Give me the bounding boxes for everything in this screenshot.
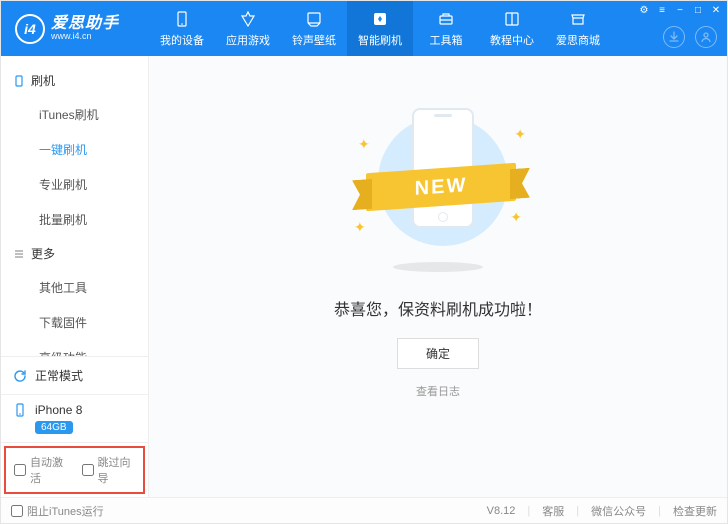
tab-label: 智能刷机: [358, 32, 402, 48]
sidebar-item[interactable]: 下载固件: [31, 305, 148, 340]
auto-activate-checkbox[interactable]: 自动激活: [14, 454, 68, 486]
tab-app[interactable]: 应用游戏: [215, 1, 281, 56]
phone-icon: [172, 9, 192, 29]
ok-button[interactable]: 确定: [397, 338, 479, 369]
sparkle-icon: ✦: [358, 136, 370, 153]
sidebar-item[interactable]: 高级功能: [31, 340, 148, 356]
status-left: 阻止iTunes运行: [11, 503, 104, 519]
shop-icon: [568, 9, 588, 29]
tab-label: 教程中心: [490, 32, 534, 48]
tab-shop[interactable]: 爱思商城: [545, 1, 611, 56]
header-right-buttons: [663, 26, 717, 48]
sidebar-item[interactable]: 一键刷机: [31, 132, 148, 167]
logo-text: 爱思助手 www.i4.cn: [51, 15, 119, 42]
settings-icon[interactable]: ⚙: [637, 3, 651, 17]
support-link[interactable]: 客服: [542, 503, 564, 519]
device-name: iPhone 8: [35, 403, 82, 417]
sidebar-item[interactable]: 专业刷机: [31, 167, 148, 202]
window-controls: ⚙ ≡ − □ ✕: [637, 3, 723, 17]
success-illustration: NEW ✦ ✦ ✦ ✦: [348, 106, 528, 266]
success-message: 恭喜您，保资料刷机成功啦！: [334, 296, 542, 320]
body: 刷机 iTunes刷机一键刷机专业刷机批量刷机更多其他工具下载固件高级功能 正常模…: [1, 56, 727, 497]
auto-activate-label: 自动激活: [30, 454, 68, 486]
sidebar-item[interactable]: iTunes刷机: [31, 97, 148, 132]
sparkle-icon: ✦: [514, 126, 526, 143]
sidebar-bottom: 正常模式 iPhone 8 64GB: [1, 356, 148, 442]
footer-options: 自动激活 跳过向导: [1, 442, 148, 497]
tab-label: 我的设备: [160, 32, 204, 48]
device-icon: [13, 403, 27, 417]
sidebar: 刷机 iTunes刷机一键刷机专业刷机批量刷机更多其他工具下载固件高级功能 正常模…: [1, 56, 149, 497]
download-button[interactable]: [663, 26, 685, 48]
header: i4 爱思助手 www.i4.cn 我的设备 应用游戏 铃声壁纸 智能刷机 工具箱 教程中…: [1, 1, 727, 56]
logo-icon: i4: [15, 14, 45, 44]
refresh-icon: [13, 369, 27, 383]
mode-label: 正常模式: [35, 367, 83, 384]
minimize-icon[interactable]: −: [673, 3, 687, 17]
sidebar-group-1[interactable]: 更多: [1, 237, 148, 270]
sidebar-group-0[interactable]: 刷机: [1, 64, 148, 97]
storage-badge: 64GB: [35, 421, 73, 434]
book-icon: [502, 9, 522, 29]
tab-label: 爱思商城: [556, 32, 600, 48]
menu-icon[interactable]: ≡: [655, 3, 669, 17]
tab-phone[interactable]: 我的设备: [149, 1, 215, 56]
tab-label: 应用游戏: [226, 32, 270, 48]
sidebar-scroll: 刷机 iTunes刷机一键刷机专业刷机批量刷机更多其他工具下载固件高级功能: [1, 56, 148, 356]
mode-row[interactable]: 正常模式: [1, 357, 148, 395]
tab-label: 工具箱: [430, 32, 463, 48]
skip-wizard-label: 跳过向导: [98, 454, 136, 486]
brand-url: www.i4.cn: [51, 32, 119, 42]
options-highlight-box: 自动激活 跳过向导: [4, 446, 145, 494]
tab-label: 铃声壁纸: [292, 32, 336, 48]
flash-icon: [370, 9, 390, 29]
tab-flash[interactable]: 智能刷机: [347, 1, 413, 56]
auto-activate-input[interactable]: [14, 464, 26, 476]
block-itunes-input[interactable]: [11, 505, 23, 517]
music-icon: [304, 9, 324, 29]
maximize-icon[interactable]: □: [691, 3, 705, 17]
view-log-link[interactable]: 查看日志: [416, 383, 460, 399]
check-update-link[interactable]: 检查更新: [673, 503, 717, 519]
skip-wizard-checkbox[interactable]: 跳过向导: [82, 454, 136, 486]
version-label: V8.12: [487, 505, 516, 517]
status-right: V8.12 | 客服 | 微信公众号 | 检查更新: [487, 503, 717, 519]
app-icon: [238, 9, 258, 29]
sidebar-item[interactable]: 其他工具: [31, 270, 148, 305]
close-icon[interactable]: ✕: [709, 3, 723, 17]
block-itunes-label: 阻止iTunes运行: [27, 503, 104, 519]
group-title: 更多: [31, 245, 55, 262]
more-icon: [13, 248, 25, 260]
sparkle-icon: ✦: [510, 209, 522, 226]
sidebar-item[interactable]: 批量刷机: [31, 202, 148, 237]
device-row[interactable]: iPhone 8 64GB: [1, 395, 148, 442]
group-title: 刷机: [31, 72, 55, 89]
tab-book[interactable]: 教程中心: [479, 1, 545, 56]
header-tabs: 我的设备 应用游戏 铃声壁纸 智能刷机 工具箱 教程中心 爱思商城: [149, 1, 611, 56]
sparkle-icon: ✦: [354, 219, 366, 236]
status-bar: 阻止iTunes运行 V8.12 | 客服 | 微信公众号 | 检查更新: [1, 497, 727, 523]
skip-wizard-input[interactable]: [82, 464, 94, 476]
main-content: NEW ✦ ✦ ✦ ✦ 恭喜您，保资料刷机成功啦！ 确定 查看日志: [149, 56, 727, 497]
app-window: i4 爱思助手 www.i4.cn 我的设备 应用游戏 铃声壁纸 智能刷机 工具箱 教程中…: [0, 0, 728, 524]
block-itunes-checkbox[interactable]: 阻止iTunes运行: [11, 503, 104, 519]
toolbox-icon: [436, 9, 456, 29]
phone-icon: [13, 75, 25, 87]
tab-music[interactable]: 铃声壁纸: [281, 1, 347, 56]
tab-toolbox[interactable]: 工具箱: [413, 1, 479, 56]
wechat-link[interactable]: 微信公众号: [591, 503, 646, 519]
brand-name: 爱思助手: [51, 15, 119, 33]
user-button[interactable]: [695, 26, 717, 48]
logo-area: i4 爱思助手 www.i4.cn: [1, 14, 149, 44]
